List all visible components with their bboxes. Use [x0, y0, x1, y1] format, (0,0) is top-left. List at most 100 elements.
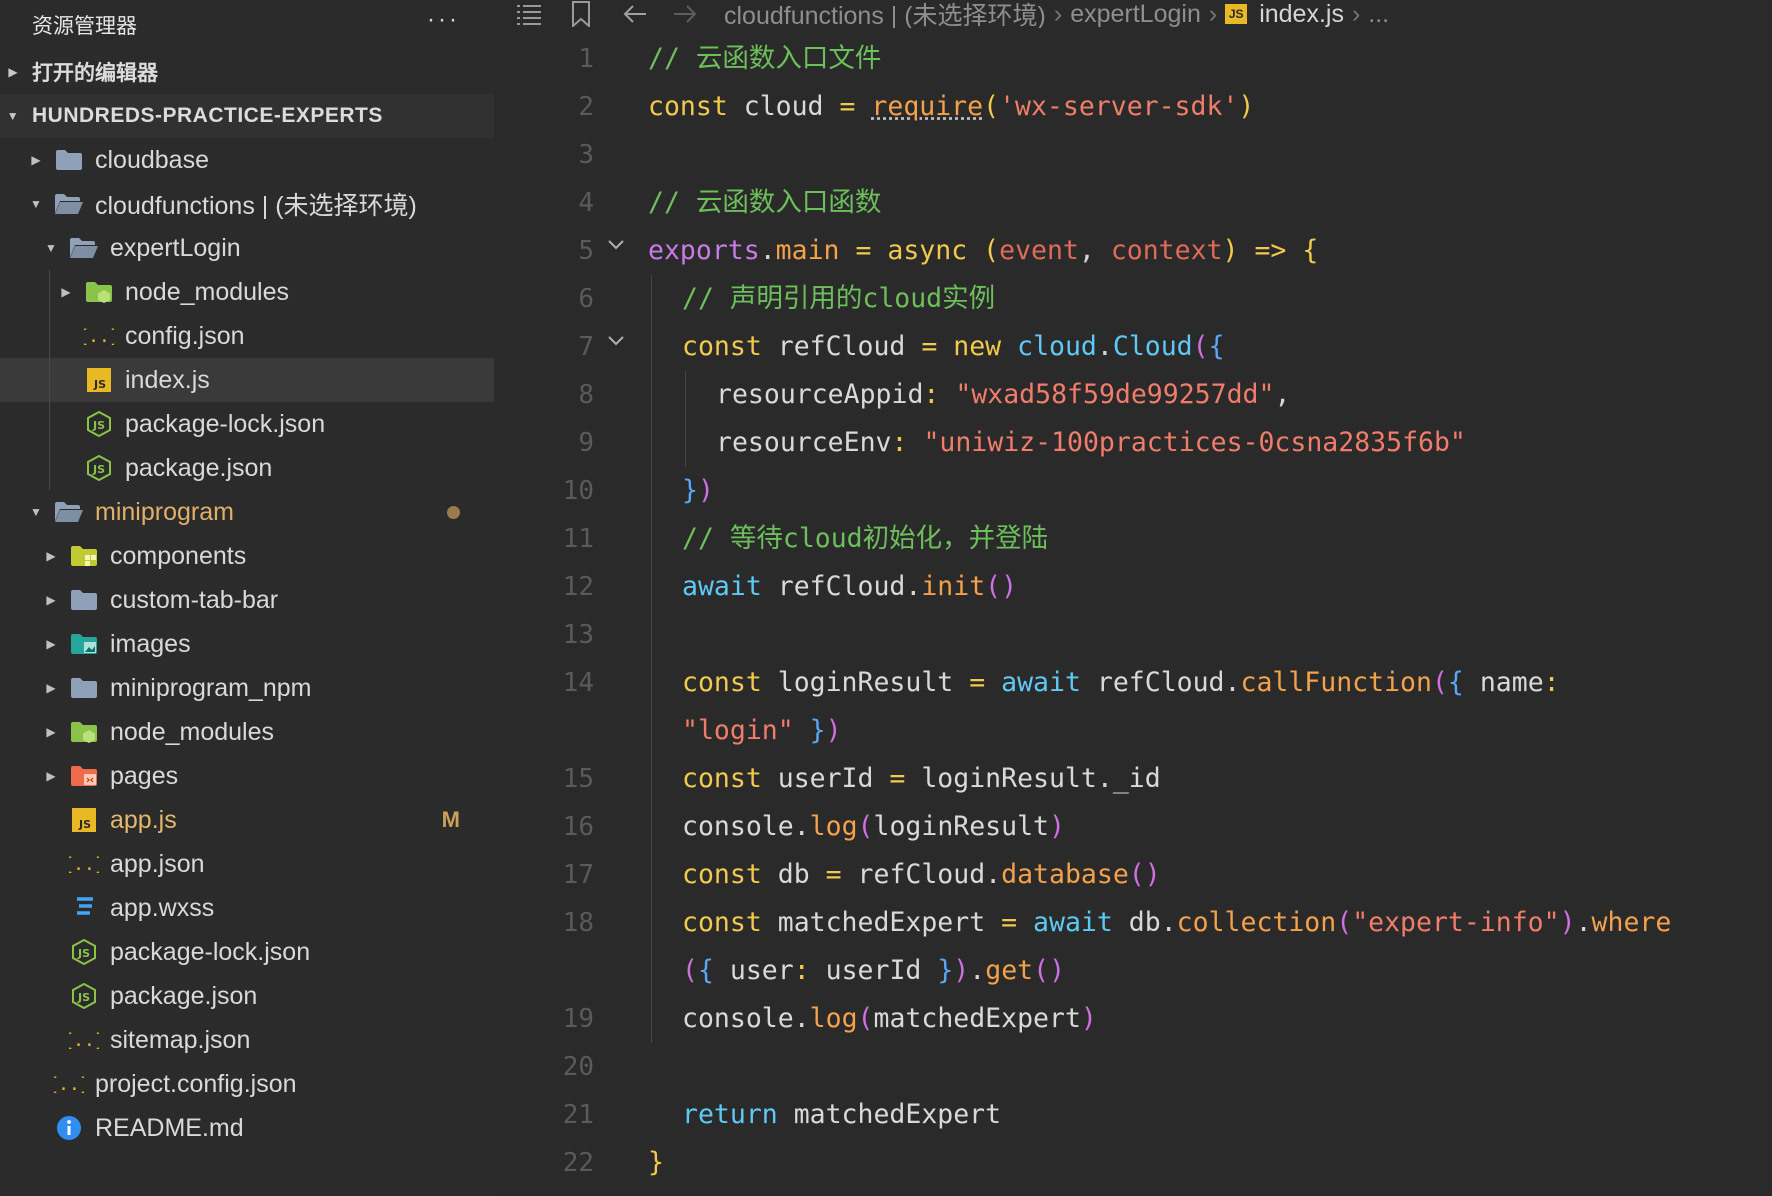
line-number: 3: [578, 140, 594, 170]
code-line[interactable]: 5 exports.main = async (event, context) =…: [494, 227, 1772, 275]
tree-item-node-modules[interactable]: ▶ node_modules: [0, 270, 494, 314]
code-area[interactable]: 1// 云函数入口文件 2 const cloud = require('wx-se…: [494, 35, 1772, 1187]
tree-item-label: custom-tab-bar: [110, 585, 279, 614]
code-line[interactable]: 22}: [494, 1139, 1772, 1187]
tree-item-custom-tab-bar[interactable]: ▶ custom-tab-bar: [0, 578, 494, 622]
code-line[interactable]: 1 // 云函数入口文件: [494, 35, 1772, 83]
code-line[interactable]: 20: [494, 1043, 1772, 1091]
tree-item-node-modules[interactable]: ▶ node_modules: [0, 710, 494, 754]
chevron-right-icon[interactable]: ▶: [43, 593, 59, 607]
code-line[interactable]: 3: [494, 131, 1772, 179]
code-line[interactable]: 13: [494, 611, 1772, 659]
components-folder-icon: [69, 543, 99, 569]
chevron-right-icon[interactable]: ▶: [58, 285, 74, 299]
tree-item-cloudfunctions[interactable]: ▼ cloudfunctions | (未选择环境): [0, 182, 494, 226]
line-number: 20: [562, 1052, 594, 1082]
code-line[interactable]: "login" }): [494, 707, 1772, 755]
code-line[interactable]: 17 const db = refCloud.database(): [494, 851, 1772, 899]
project-section[interactable]: ▼ HUNDREDS-PRACTICE-EXPERTS: [0, 94, 494, 138]
tree-item-sitemap-json[interactable]: {..} sitemap.json: [0, 1018, 494, 1062]
open-editors-section[interactable]: ▶ 打开的编辑器: [0, 50, 494, 94]
code-editor[interactable]: cloudfunctions | (未选择环境) › expertLogin ›…: [494, 0, 1772, 1196]
forward-arrow-icon[interactable]: [668, 0, 702, 28]
tree-item-index-js[interactable]: JS index.js: [0, 358, 494, 402]
chevron-right-icon[interactable]: ▶: [43, 637, 59, 651]
code-token: ,: [1274, 379, 1291, 410]
code-token: require: [871, 91, 984, 122]
chevron-right-icon[interactable]: ▶: [43, 769, 59, 783]
breadcrumb-cloudfunctions[interactable]: cloudfunctions | (未选择环境): [724, 0, 1046, 28]
code-token: .: [985, 859, 1002, 890]
bookmark-icon[interactable]: [564, 0, 598, 28]
tree-item-expertlogin[interactable]: ▼ expertLogin: [0, 226, 494, 270]
tree-item-miniprogram[interactable]: ▼ miniprogram: [0, 490, 494, 534]
code-line[interactable]: 10}): [494, 467, 1772, 515]
tree-item-label: package.json: [110, 981, 258, 1010]
code-line[interactable]: ({ user: userId }).get(): [494, 947, 1772, 995]
folder-icon: [54, 147, 84, 173]
chevron-right-icon[interactable]: ▶: [43, 549, 59, 563]
tree-item-components[interactable]: ▶ components: [0, 534, 494, 578]
js-file-icon: JS: [84, 367, 114, 393]
outline-list-icon[interactable]: [512, 0, 546, 28]
code-token: (: [1192, 331, 1209, 362]
line-number: 15: [562, 764, 594, 794]
back-arrow-icon[interactable]: [618, 0, 652, 28]
folder-open-icon: [54, 499, 84, 525]
chevron-down-icon: ▼: [6, 109, 20, 123]
tree-item-package-json[interactable]: JS package.json: [0, 446, 494, 490]
chevron-down-icon[interactable]: ▼: [28, 197, 44, 211]
tree-item-pages[interactable]: ▶ pages: [0, 754, 494, 798]
tree-item-readme-md[interactable]: README.md: [0, 1106, 494, 1150]
tree-item-app-wxss[interactable]: app.wxss: [0, 886, 494, 930]
chevron-right-icon[interactable]: ▶: [43, 681, 59, 695]
code-line[interactable]: 21 return matchedExpert: [494, 1091, 1772, 1139]
code-token: const: [682, 907, 762, 938]
code-token: "uniwiz-100practices-0csna2835f6b": [923, 427, 1466, 458]
chevron-right-icon[interactable]: ▶: [28, 153, 44, 167]
tree-item-cloudbase[interactable]: ▶ cloudbase: [0, 138, 494, 182]
code-line[interactable]: 7 const refCloud = new cloud.Cloud({: [494, 323, 1772, 371]
tree-item-project-config-json[interactable]: {..} project.config.json: [0, 1062, 494, 1106]
code-line[interactable]: 15 const userId = loginResult._id: [494, 755, 1772, 803]
chevron-right-icon[interactable]: ▶: [43, 725, 59, 739]
code-line[interactable]: 4 // 云函数入口函数: [494, 179, 1772, 227]
line-number: 1: [578, 44, 594, 74]
tree-item-app-json[interactable]: {..} app.json: [0, 842, 494, 886]
tree-item-package-lock-json[interactable]: JS package-lock.json: [0, 402, 494, 446]
code-line[interactable]: 2 const cloud = require('wx-server-sdk'): [494, 83, 1772, 131]
code-line[interactable]: 11 // 等待cloud初始化，并登陆: [494, 515, 1772, 563]
svg-text:{..}: {..}: [54, 1074, 84, 1095]
tree-item-miniprogram-npm[interactable]: ▶ miniprogram_npm: [0, 666, 494, 710]
chevron-down-icon[interactable]: ▼: [28, 505, 44, 519]
code-token: .: [969, 955, 986, 986]
line-number: 14: [562, 668, 594, 698]
code-token: database: [1001, 859, 1129, 890]
tree-item-config-json[interactable]: {..} config.json: [0, 314, 494, 358]
line-number: 4: [578, 188, 594, 218]
chevron-down-icon[interactable]: ▼: [43, 241, 59, 255]
tree-item-package-lock-json[interactable]: JS package-lock.json: [0, 930, 494, 974]
code-line[interactable]: 14 const loginResult = await refCloud.cal…: [494, 659, 1772, 707]
breadcrumb-indexjs[interactable]: index.js: [1259, 0, 1344, 28]
code-line[interactable]: 16 console.log(loginResult): [494, 803, 1772, 851]
code-line[interactable]: 12 await refCloud.init(): [494, 563, 1772, 611]
code-line[interactable]: 19 console.log(matchedExpert): [494, 995, 1772, 1043]
breadcrumb-more[interactable]: ...: [1368, 0, 1389, 28]
tree-item-package-json[interactable]: JS package.json: [0, 974, 494, 1018]
code-token: userId: [761, 763, 890, 794]
code-line[interactable]: 18 const matchedExpert = await db.collect…: [494, 899, 1772, 947]
code-token: loginResult: [761, 667, 970, 698]
code-text: console.log(loginResult): [682, 803, 1065, 851]
code-token: ): [953, 955, 970, 986]
more-actions-button[interactable]: ···: [427, 6, 460, 44]
code-token: loginResult: [905, 763, 1097, 794]
breadcrumb-expertlogin[interactable]: expertLogin: [1070, 0, 1201, 28]
tree-item-app-js[interactable]: JS app.js M: [0, 798, 494, 842]
code-line[interactable]: 6 // 声明引用的cloud实例: [494, 275, 1772, 323]
code-text: const loginResult = await refCloud.callF…: [682, 659, 1560, 707]
code-token: :: [891, 427, 908, 458]
tree-item-images[interactable]: ▶ images: [0, 622, 494, 666]
